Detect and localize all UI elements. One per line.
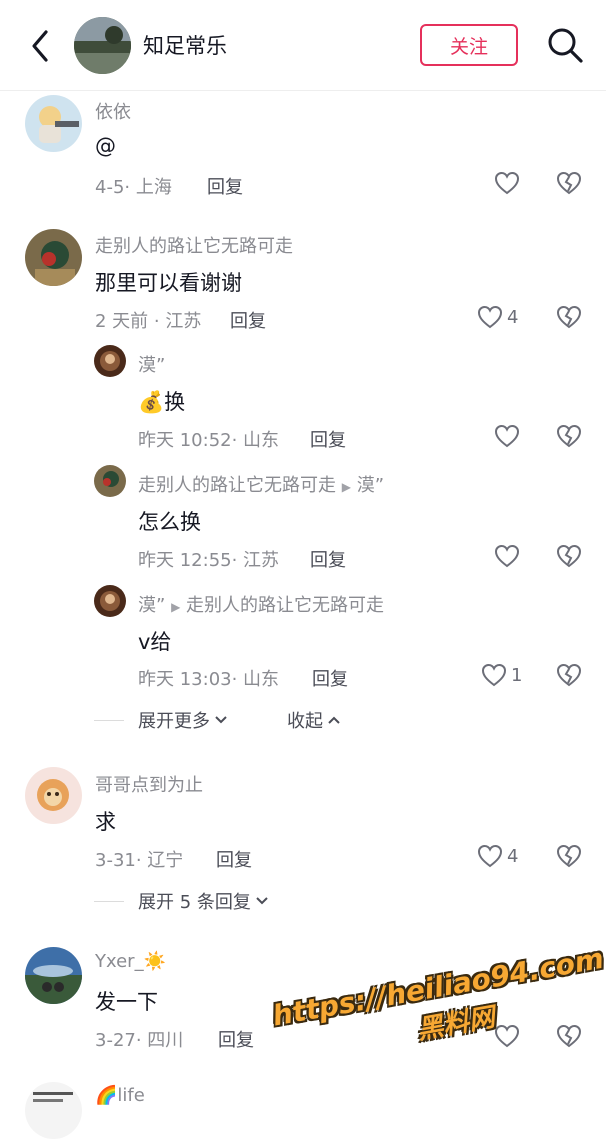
avatar[interactable] bbox=[25, 95, 82, 152]
heart-outline-icon bbox=[477, 844, 503, 868]
dislike-button[interactable] bbox=[556, 305, 582, 333]
money-bag-icon: 💰 bbox=[138, 390, 165, 414]
header-avatar[interactable] bbox=[74, 17, 131, 74]
avatar[interactable] bbox=[94, 465, 126, 497]
heart-outline-icon bbox=[494, 424, 520, 448]
chevron-left-icon bbox=[32, 30, 48, 62]
chevron-down-icon bbox=[256, 897, 268, 905]
divider bbox=[94, 900, 124, 902]
broken-heart-icon bbox=[556, 305, 582, 329]
reply-username[interactable]: 漠” bbox=[138, 351, 165, 377]
follow-button[interactable]: 关注 bbox=[420, 24, 518, 66]
broken-heart-icon bbox=[556, 171, 582, 195]
dislike-button[interactable] bbox=[556, 844, 582, 872]
avatar[interactable] bbox=[94, 585, 126, 617]
reply-text: v给 bbox=[138, 630, 172, 654]
comment-meta: 3-27· 四川 bbox=[95, 1030, 184, 1051]
sun-icon: ☀️ bbox=[143, 951, 166, 972]
chevron-up-icon bbox=[328, 716, 340, 724]
back-button[interactable] bbox=[26, 26, 56, 66]
comment-text: 那里可以看谢谢 bbox=[95, 271, 242, 295]
reply-button[interactable]: 回复 bbox=[312, 665, 348, 691]
triangle-right-icon: ▶ bbox=[171, 600, 181, 614]
like-button[interactable]: 4 bbox=[477, 305, 518, 329]
heart-outline-icon bbox=[481, 663, 507, 687]
reply-to-username[interactable]: 走别人的路让它无路可走 bbox=[186, 595, 384, 616]
broken-heart-icon bbox=[556, 544, 582, 568]
avatar[interactable] bbox=[94, 345, 126, 377]
dislike-button[interactable] bbox=[556, 171, 582, 199]
dislike-button[interactable] bbox=[556, 424, 582, 452]
expand-replies-button[interactable]: 展开 5 条回复 bbox=[94, 888, 270, 914]
reply-button[interactable]: 回复 bbox=[310, 546, 346, 572]
reply-button[interactable]: 回复 bbox=[310, 426, 346, 452]
triangle-right-icon: ▶ bbox=[341, 480, 351, 494]
search-icon bbox=[548, 28, 583, 63]
avatar[interactable] bbox=[25, 767, 82, 824]
reply-button[interactable]: 回复 bbox=[207, 173, 243, 199]
comment-meta: 2 天前 · 江苏 bbox=[95, 311, 202, 332]
heart-outline-icon bbox=[477, 305, 503, 329]
heart-outline-icon bbox=[494, 171, 520, 195]
chevron-down-icon bbox=[215, 716, 227, 724]
reply-text: 怎么换 bbox=[138, 510, 201, 534]
reply-to-username[interactable]: 漠” bbox=[357, 475, 384, 496]
like-button[interactable]: 1 bbox=[481, 663, 522, 687]
broken-heart-icon bbox=[556, 844, 582, 868]
comment-meta: 4-5· 上海 bbox=[95, 177, 172, 198]
dislike-button[interactable] bbox=[556, 663, 582, 691]
like-button[interactable]: 4 bbox=[477, 844, 518, 868]
reply-meta: 昨天 12:55· 江苏 bbox=[138, 550, 280, 571]
reply-username: 漠” ▶ 走别人的路让它无路可走 bbox=[138, 595, 385, 616]
search-button[interactable] bbox=[546, 26, 584, 64]
comment-text: @ bbox=[95, 134, 116, 158]
reply-button[interactable]: 回复 bbox=[230, 307, 266, 333]
like-button[interactable] bbox=[494, 171, 520, 195]
like-count: 1 bbox=[511, 664, 523, 686]
reply-username: 走别人的路让它无路可走 ▶ 漠” bbox=[138, 475, 385, 496]
collapse-button[interactable]: 收起 bbox=[287, 707, 342, 733]
top-bar: 知足常乐 关注 bbox=[0, 0, 606, 91]
comment-meta: 3-31· 辽宁 bbox=[95, 850, 184, 871]
comment-username[interactable]: 依依 bbox=[95, 98, 131, 124]
dislike-button[interactable] bbox=[556, 544, 582, 572]
like-button[interactable] bbox=[494, 544, 520, 568]
comment-username[interactable]: 走别人的路让它无路可走 bbox=[95, 232, 293, 258]
expand-more-button[interactable]: 展开更多 bbox=[94, 707, 229, 733]
heart-outline-icon bbox=[494, 544, 520, 568]
reply-button[interactable]: 回复 bbox=[216, 846, 252, 872]
reply-button[interactable]: 回复 bbox=[218, 1026, 254, 1052]
broken-heart-icon bbox=[556, 424, 582, 448]
like-button[interactable] bbox=[494, 424, 520, 448]
comment-text: 求 bbox=[95, 810, 116, 834]
reply-meta: 昨天 13:03· 山东 bbox=[138, 669, 280, 690]
like-count: 4 bbox=[507, 306, 519, 328]
avatar[interactable] bbox=[25, 1082, 82, 1139]
page-title: 知足常乐 bbox=[143, 34, 227, 58]
rainbow-icon: 🌈 bbox=[95, 1085, 118, 1106]
comment-username[interactable]: 哥哥点到为止 bbox=[95, 771, 203, 797]
avatar[interactable] bbox=[25, 947, 82, 1004]
dislike-button[interactable] bbox=[556, 1024, 582, 1052]
reply-meta: 昨天 10:52· 山东 bbox=[138, 430, 280, 451]
comment-username[interactable]: Yxer_☀️ bbox=[95, 951, 166, 972]
comment-username[interactable]: 🌈life bbox=[95, 1085, 145, 1106]
broken-heart-icon bbox=[556, 663, 582, 687]
divider bbox=[94, 719, 124, 721]
reply-text: 💰换 bbox=[138, 390, 186, 414]
broken-heart-icon bbox=[556, 1024, 582, 1048]
avatar[interactable] bbox=[25, 229, 82, 286]
like-count: 4 bbox=[507, 845, 519, 867]
comment-text: 发一下 bbox=[95, 990, 158, 1014]
